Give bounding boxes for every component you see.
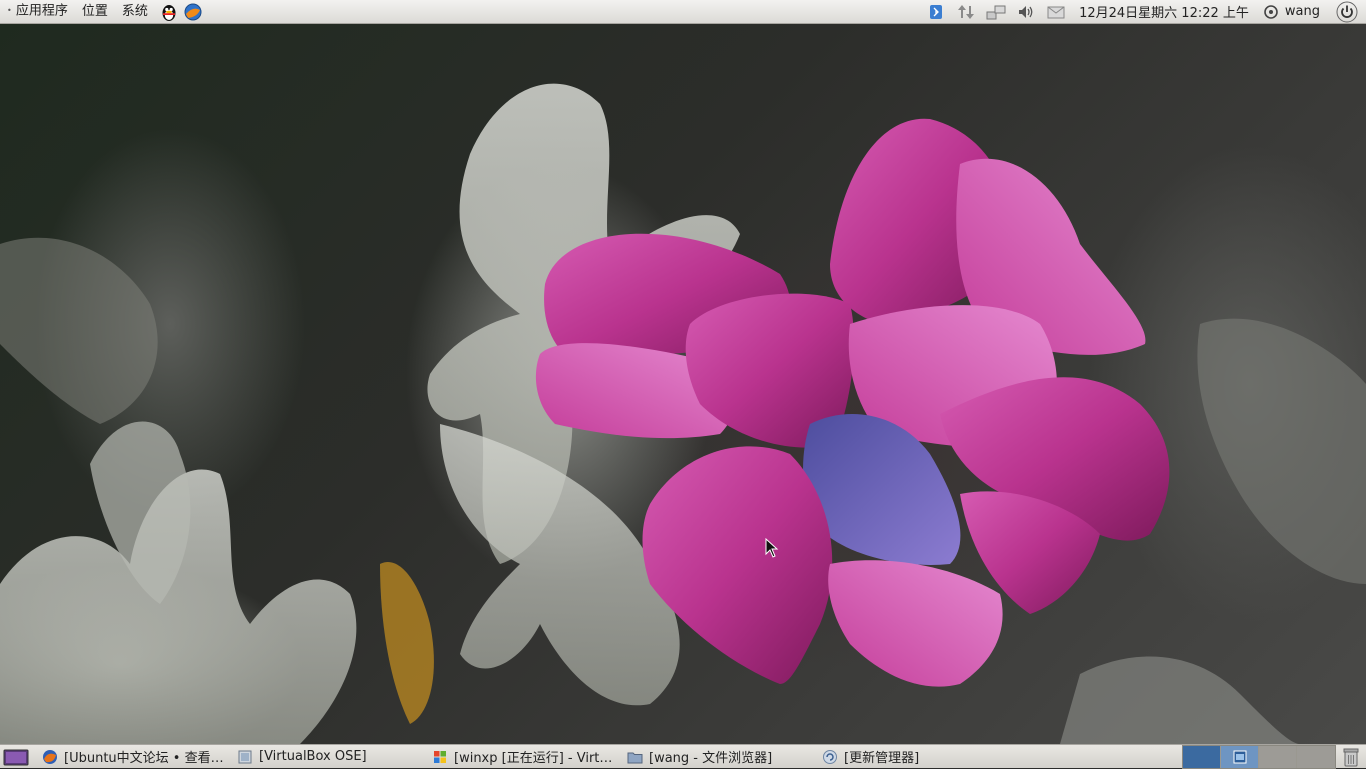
volume-icon[interactable] xyxy=(1016,2,1036,22)
show-desktop-icon[interactable] xyxy=(2,746,30,768)
bottom-panel: [Ubuntu中文论坛 • 查看主题 - ... [VirtualBox OSE… xyxy=(0,744,1366,769)
user-menu[interactable]: wang xyxy=(1257,4,1326,20)
workspace-3[interactable] xyxy=(1259,745,1297,768)
task-label: [winxp [正在运行] - VirtualBox OSE] xyxy=(454,751,619,766)
task-button-update-manager[interactable]: [更新管理器] xyxy=(818,746,1013,768)
trash-icon[interactable] xyxy=(1340,746,1362,768)
workspace-2[interactable] xyxy=(1221,745,1259,768)
menu-system-label: 系统 xyxy=(121,3,148,19)
user-name: wang xyxy=(1284,4,1320,19)
menu-applications[interactable]: • 应用程序 xyxy=(0,0,75,24)
desktop-wallpaper[interactable] xyxy=(0,24,1366,744)
workspace-1[interactable] xyxy=(1183,745,1221,768)
workspace-switcher xyxy=(1182,744,1336,769)
clock[interactable]: 12月24日星期六 12:22 上午 xyxy=(1071,2,1257,21)
ubuntu-icon: • xyxy=(7,6,12,16)
window-list: [Ubuntu中文论坛 • 查看主题 - ... [VirtualBox OSE… xyxy=(38,746,1013,768)
mail-icon[interactable] xyxy=(1046,2,1066,22)
flower-wallpaper-image xyxy=(0,83,1366,744)
task-button-firefox[interactable]: [Ubuntu中文论坛 • 查看主题 - ... xyxy=(38,746,233,768)
top-panel: • 应用程序 位置 系统 12月24日星期六 12:22 上午 wang xyxy=(0,0,1366,24)
task-label: [更新管理器] xyxy=(844,751,920,766)
workspace-4[interactable] xyxy=(1297,745,1335,768)
task-label: [Ubuntu中文论坛 • 查看主题 - ... xyxy=(64,751,229,766)
menu-places-label: 位置 xyxy=(81,3,108,19)
network-transfer-icon[interactable] xyxy=(956,2,976,22)
browser-icon[interactable] xyxy=(183,2,203,22)
bluetooth-icon[interactable] xyxy=(926,2,946,22)
qq-icon[interactable] xyxy=(159,2,179,22)
user-status-icon xyxy=(1264,4,1278,19)
task-button-file-browser[interactable]: [wang - 文件浏览器] xyxy=(623,746,818,768)
task-button-winxp[interactable]: [winxp [正在运行] - VirtualBox OSE] xyxy=(428,746,623,768)
task-label: [VirtualBox OSE] xyxy=(259,749,367,764)
power-icon[interactable] xyxy=(1336,1,1358,23)
mouse-pointer-icon xyxy=(765,538,779,558)
task-button-virtualbox[interactable]: [VirtualBox OSE] xyxy=(233,746,428,768)
menu-places[interactable]: 位置 xyxy=(75,0,115,24)
windows-icon xyxy=(434,750,446,763)
menu-applications-label: 应用程序 xyxy=(15,3,68,19)
update-icon xyxy=(823,749,837,764)
firefox-icon xyxy=(43,749,57,764)
window-thumbnail-icon xyxy=(1233,750,1246,763)
virtualbox-icon xyxy=(238,750,252,763)
notification-area: 12月24日星期六 12:22 上午 wang xyxy=(921,0,1366,24)
menu-system[interactable]: 系统 xyxy=(115,0,155,24)
network-manager-icon[interactable] xyxy=(986,2,1006,22)
task-label: [wang - 文件浏览器] xyxy=(649,751,773,766)
folder-icon xyxy=(627,752,643,763)
main-menu: • 应用程序 位置 系统 xyxy=(0,0,203,24)
